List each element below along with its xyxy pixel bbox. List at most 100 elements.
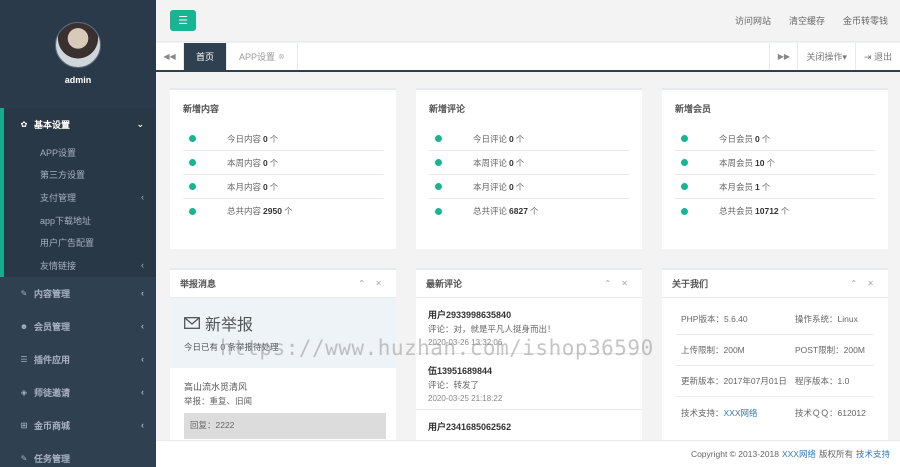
tab-home[interactable]: 首页: [184, 43, 228, 70]
stat-label: 总共会员: [719, 206, 754, 216]
collapse-close-icons[interactable]: ⌃ ✕: [604, 279, 632, 288]
stat-row: 本月会员 1 个: [675, 175, 875, 199]
about-us-card: 关于我们 ⌃ ✕ PHP版本：5.6.40 操作系统：Linux 上传限制：200…: [662, 268, 888, 440]
report-item[interactable]: 高山流水觅清风 举报：重复、旧闻: [170, 368, 396, 407]
tab-label: APP设置: [239, 52, 276, 62]
report-card: 举报消息 ⌃ ✕ 新举报 今日已有 0 条举报待处理 高山流水觅清风 举报：重复…: [170, 268, 396, 440]
username[interactable]: admin: [0, 75, 156, 85]
comment-item[interactable]: 伍13951689844 评论：转发了 2020-03-25 21:18:22: [416, 354, 642, 410]
new-report-summary[interactable]: 今日已有 0 条举报待处理: [184, 341, 382, 353]
comment-item[interactable]: 用户2933998635840 评论：对，就是平凡人挺身而出！ 2020-03-…: [416, 298, 642, 354]
stat-value: 6827: [509, 206, 528, 216]
sidebar-item-plugins[interactable]: ☰ 插件应用 ‹: [0, 343, 156, 376]
stat-unit: 个: [269, 157, 279, 168]
copyright-text: Copyright © 2013-2018: [690, 449, 779, 459]
comment-item[interactable]: 用户2341685062562: [416, 410, 642, 440]
visit-site-link[interactable]: 访问网站: [735, 14, 771, 27]
bullet-dot-icon: [435, 159, 442, 166]
bullet-dot-icon: [435, 135, 442, 142]
sidebar-item-label: 插件应用: [34, 354, 71, 365]
company-link[interactable]: XXX网络: [782, 448, 816, 460]
stat-label: 本周评论: [473, 157, 508, 168]
stat-unit: 个: [529, 206, 539, 216]
submenu-item-user-ads[interactable]: 用户广告配置: [4, 231, 156, 254]
submenu-item-label: 用户广告配置: [40, 238, 95, 249]
tab-bar: ◀◀ 首页 APP设置 ⊗ ▶▶ 关闭操作▾ ⇥ 退出: [156, 43, 900, 72]
card-title: 关于我们: [672, 279, 709, 289]
submenu-item-label: APP设置: [40, 147, 77, 158]
sidebar-item-tasks[interactable]: ✎ 任务管理: [0, 442, 156, 467]
stat-unit: 个: [283, 206, 293, 216]
tech-support-link[interactable]: XXX网络: [724, 408, 758, 418]
collapse-close-icons[interactable]: ⌃ ✕: [850, 279, 878, 288]
coin-to-cash-link[interactable]: 金币转零钱: [843, 14, 888, 27]
sidebar-item-basic-settings[interactable]: ✿ 基本设置 ⌄: [4, 108, 156, 141]
stat-row: 本周会员 10 个: [675, 151, 875, 175]
submenu-item-label: 第三方设置: [40, 170, 86, 181]
bullet-dot-icon: [681, 159, 688, 166]
tab-spacer: [298, 43, 770, 70]
info-row: 更新版本：2017年07月01日 程序版本：1.0: [676, 366, 874, 397]
stat-value: 0: [263, 181, 268, 192]
stat-label: 本月内容: [227, 181, 262, 192]
avatar[interactable]: [55, 22, 101, 68]
sidebar-item-coin-mall[interactable]: ⊞ 金币商城 ‹: [0, 409, 156, 442]
stat-unit: 个: [515, 133, 525, 144]
stat-value: 0: [263, 157, 268, 168]
clear-cache-link[interactable]: 清空缓存: [789, 14, 825, 27]
stat-row: 本月评论 0 个: [429, 175, 629, 199]
tech-support: 技术支持：XXX网络: [676, 407, 790, 419]
new-report-banner: 新举报 今日已有 0 条举报待处理: [170, 298, 396, 368]
submenu-item-friend-links[interactable]: 友情链接 ‹: [4, 254, 156, 277]
stat-card-content: 新增内容 今日内容 0 个 本周内容 0 个 本月内容 0 个 总共内容 2950 个: [170, 88, 396, 249]
stat-label: 本月评论: [473, 181, 508, 192]
stat-row: 本月内容 0 个: [183, 175, 383, 199]
tab-scroll-right-button[interactable]: ▶▶: [769, 43, 797, 70]
card-title: 最新评论: [426, 279, 463, 289]
tab-app-settings[interactable]: APP设置 ⊗: [227, 43, 298, 70]
top-navbar: ☰ 访问网站 清空缓存 金币转零钱: [156, 0, 900, 42]
chevron-left-icon: ‹: [141, 420, 144, 431]
bullet-dot-icon: [435, 183, 442, 190]
submenu-item-app-settings[interactable]: APP设置: [4, 141, 156, 164]
submenu-basic-settings: APP设置 第三方设置 支付管理 ‹ app下载地址 用户广告配置 友情链接 ‹: [4, 141, 156, 277]
comment-user: 用户2933998635840: [428, 310, 512, 320]
close-operations-dropdown[interactable]: 关闭操作▾: [797, 43, 855, 70]
collapse-close-icons[interactable]: ⌃ ✕: [358, 279, 386, 288]
upload-limit: 上传限制：200M: [681, 345, 745, 355]
edit-icon: ✎: [20, 288, 28, 298]
submenu-item-third-party[interactable]: 第三方设置: [4, 164, 156, 187]
sidebar-item-label: 内容管理: [34, 288, 71, 299]
logout-button[interactable]: ⇥ 退出: [854, 43, 900, 70]
submenu-item-payment[interactable]: 支付管理 ‹: [4, 186, 156, 209]
tech-qq: 技术ＱＱ：612012: [795, 407, 866, 418]
sidebar-item-invite[interactable]: ◈ 师徒邀请 ‹: [0, 376, 156, 409]
support-link[interactable]: 技术支持: [856, 448, 890, 460]
sidebar-item-members[interactable]: ☻ 会员管理 ‹: [0, 310, 156, 343]
stat-value: 0: [263, 133, 268, 144]
tab-scroll-left-button[interactable]: ◀◀: [156, 43, 184, 70]
post-limit: POST限制：200M: [795, 345, 865, 355]
card-header: 举报消息 ⌃ ✕: [170, 270, 396, 298]
sidebar-item-content[interactable]: ✎ 内容管理 ‹: [0, 277, 156, 310]
logout-label: ⇥ 退出: [863, 52, 892, 62]
stat-label: 今日内容: [227, 133, 262, 144]
report-reply: 回复：2222: [184, 413, 386, 439]
stat-unit: 个: [269, 181, 279, 192]
close-icon[interactable]: ⊗: [278, 52, 285, 61]
stat-value: 10712: [755, 206, 779, 216]
stat-unit: 个: [780, 206, 790, 216]
stat-value: 10: [755, 157, 765, 168]
bullet-dot-icon: [681, 183, 688, 190]
comment-date: 2020-03-25 21:18:22: [428, 394, 503, 403]
stat-label: 今日评论: [473, 133, 508, 144]
submenu-item-app-download[interactable]: app下载地址: [4, 209, 156, 232]
stat-label: 总共内容: [227, 206, 262, 216]
edit-icon: ✎: [20, 453, 28, 463]
sidebar-item-label: 会员管理: [34, 321, 71, 332]
envelope-icon: [184, 317, 200, 329]
top-links: 访问网站 清空缓存 金币转零钱: [735, 14, 888, 27]
menu-toggle-button[interactable]: ☰: [170, 10, 196, 31]
tab-label: 首页: [196, 52, 215, 62]
sidebar-item-label: 金币商城: [34, 420, 71, 431]
